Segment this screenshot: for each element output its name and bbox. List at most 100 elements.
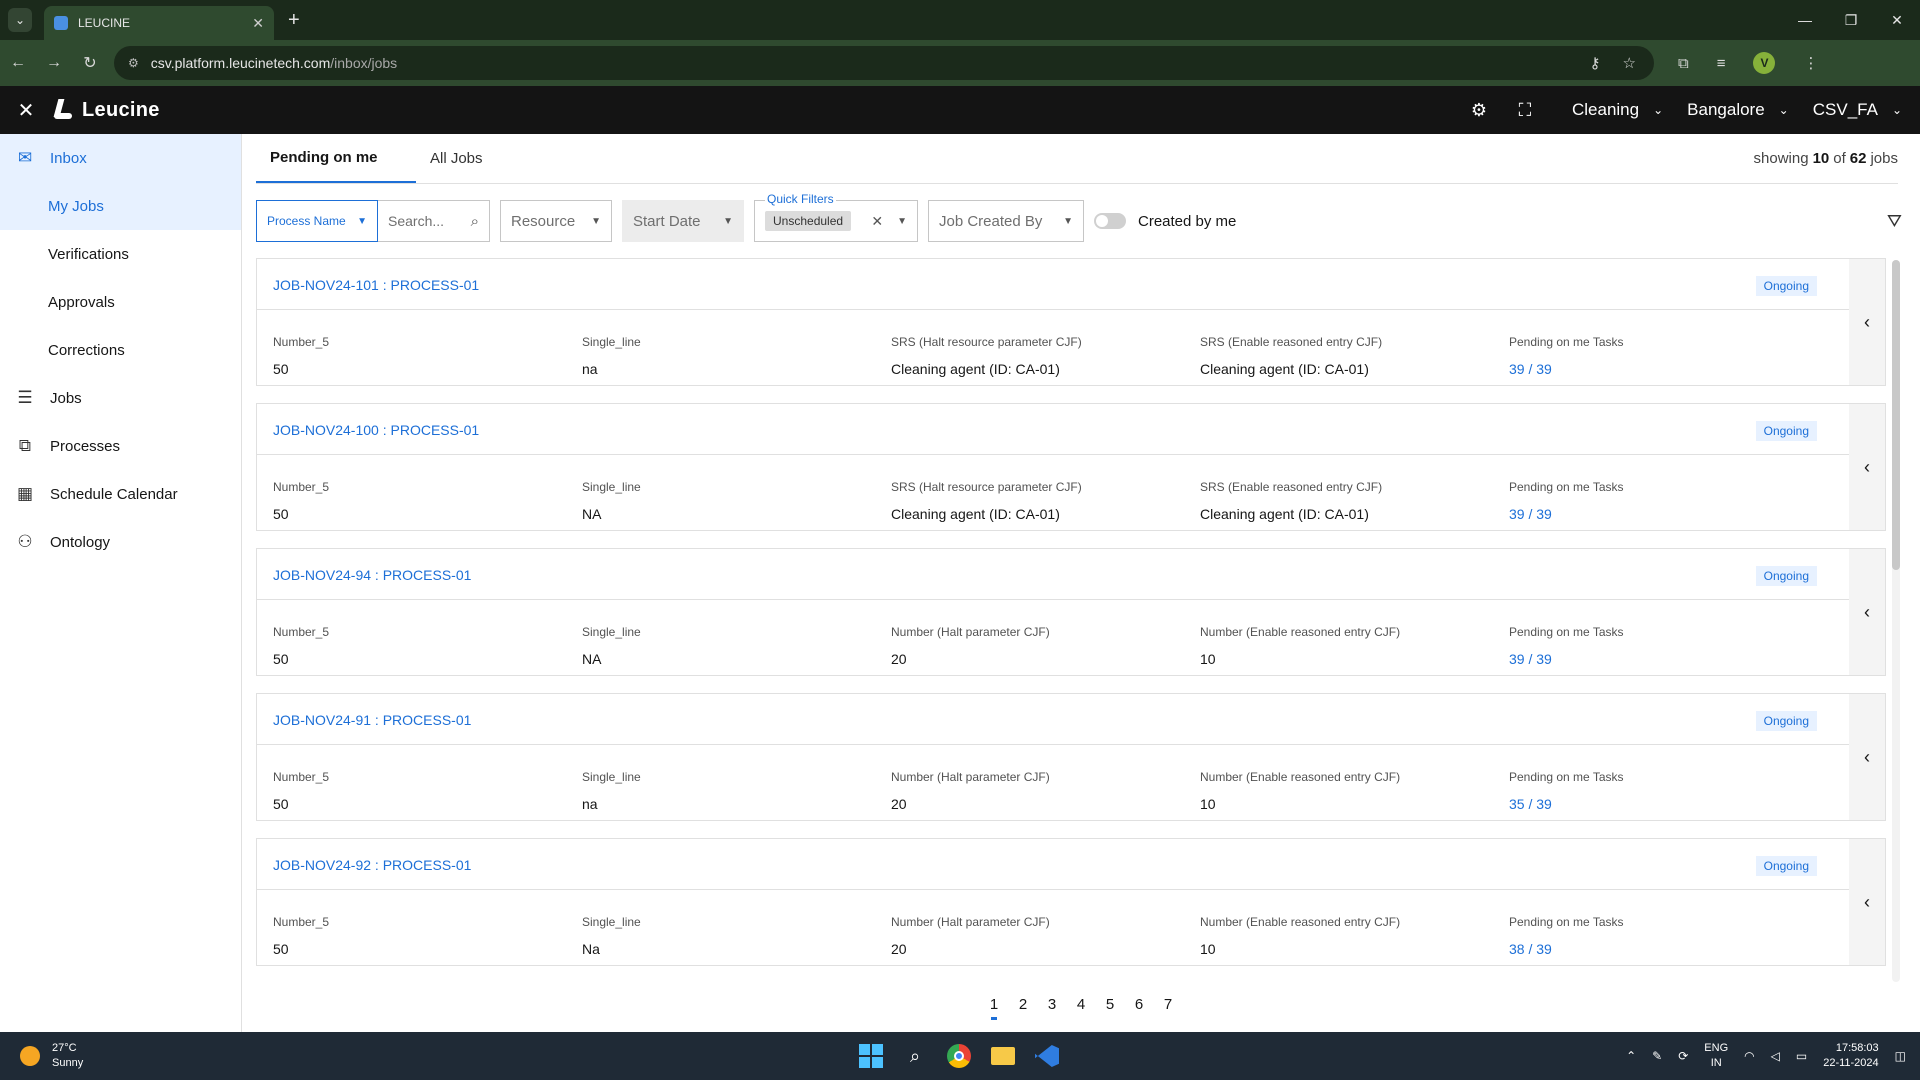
page-5[interactable]: 5 — [1096, 992, 1125, 1022]
brand-logo[interactable]: Leucine — [52, 99, 160, 122]
tab-pending-on-me[interactable]: Pending on me — [256, 133, 416, 183]
job-card[interactable]: JOB-NOV24-91 : PROCESS-01 Ongoing Number… — [256, 693, 1886, 821]
page-1[interactable]: 1 — [980, 992, 1009, 1022]
page-2[interactable]: 2 — [1009, 992, 1038, 1022]
job-field: Number (Enable reasoned entry CJF) 10 — [1200, 625, 1400, 667]
wifi-icon[interactable]: ◠ — [1744, 1049, 1754, 1063]
windows-start-icon[interactable] — [858, 1043, 884, 1069]
volume-icon[interactable]: ◁ — [1771, 1049, 1780, 1063]
pending-tasks-link[interactable]: 38 / 39 — [1509, 941, 1624, 957]
start-date-select[interactable]: Start Date ▼ — [622, 200, 744, 242]
sidebar-item-processes[interactable]: ⧉ Processes — [0, 422, 241, 470]
sync-icon[interactable]: ⟳ — [1678, 1049, 1688, 1063]
chevron-left-icon[interactable]: ‹ — [1849, 404, 1885, 530]
reload-icon[interactable]: ↻ — [72, 53, 108, 73]
language-indicator[interactable]: ENG IN — [1704, 1041, 1728, 1071]
chrome-icon[interactable] — [946, 1043, 972, 1069]
page-4[interactable]: 4 — [1067, 992, 1096, 1022]
caret-down-icon: ▼ — [897, 215, 907, 227]
chevron-left-icon[interactable]: ‹ — [1849, 549, 1885, 675]
tab-search-chevron-icon[interactable]: ⌄ — [8, 8, 32, 32]
job-card[interactable]: JOB-NOV24-92 : PROCESS-01 Ongoing Number… — [256, 838, 1886, 966]
extensions-icon[interactable]: ⧉ — [1678, 55, 1689, 72]
sidebar-item-jobs[interactable]: ☰ Jobs — [0, 374, 241, 422]
field-value: NA — [582, 651, 602, 667]
job-card[interactable]: JOB-NOV24-100 : PROCESS-01 Ongoing Numbe… — [256, 403, 1886, 531]
job-name-link[interactable]: JOB-NOV24-92 : PROCESS-01 — [273, 857, 471, 873]
caret-down-icon: ▼ — [357, 215, 367, 227]
chevron-up-icon[interactable]: ⌃ — [1626, 1049, 1636, 1063]
clock[interactable]: 17:58:03 22-11-2024 — [1823, 1041, 1878, 1071]
restore-icon[interactable]: ❐ — [1828, 0, 1874, 40]
sidebar-item-my-jobs[interactable]: My Jobs — [0, 182, 241, 230]
pending-tasks-link[interactable]: 39 / 39 — [1509, 651, 1624, 667]
reading-list-icon[interactable]: ≡ — [1717, 55, 1726, 72]
notes-icon[interactable]: ✎ — [1652, 1049, 1662, 1063]
file-explorer-icon[interactable] — [990, 1043, 1016, 1069]
job-card[interactable]: JOB-NOV24-101 : PROCESS-01 Ongoing Numbe… — [256, 258, 1886, 386]
vscode-icon[interactable] — [1034, 1043, 1060, 1069]
pending-tasks-link[interactable]: 39 / 39 — [1509, 361, 1624, 377]
clear-icon[interactable]: ✕ — [871, 213, 883, 230]
resource-select[interactable]: Resource ▼ — [500, 200, 612, 242]
job-field: Number (Halt parameter CJF) 20 — [891, 915, 1050, 957]
created-by-me-toggle[interactable]: Created by me — [1094, 213, 1236, 230]
scan-icon[interactable]: ⛶ — [1502, 100, 1548, 121]
job-name-link[interactable]: JOB-NOV24-94 : PROCESS-01 — [273, 567, 471, 583]
password-key-icon[interactable]: ⚷ — [1590, 54, 1601, 72]
chevron-left-icon[interactable]: ‹ — [1849, 694, 1885, 820]
job-name-link[interactable]: JOB-NOV24-91 : PROCESS-01 — [273, 712, 471, 728]
site-info-icon[interactable]: ⚙ — [128, 56, 139, 70]
facility-select[interactable]: Cleaning ⌄ — [1572, 100, 1663, 120]
site-select[interactable]: Bangalore ⌄ — [1687, 100, 1789, 120]
search-icon[interactable]: ⌕ — [902, 1043, 928, 1069]
notification-icon[interactable]: ◫ — [1895, 1049, 1906, 1063]
url-input[interactable]: ⚙ csv.platform.leucinetech.com/inbox/job… — [114, 46, 1654, 80]
toggle-switch[interactable] — [1094, 213, 1126, 229]
close-tab-icon[interactable]: ✕ — [252, 15, 264, 32]
field-value: 10 — [1200, 651, 1216, 667]
tab-all-jobs[interactable]: All Jobs — [416, 133, 497, 183]
job-name-link[interactable]: JOB-NOV24-100 : PROCESS-01 — [273, 422, 479, 438]
job-list-scrollbar[interactable] — [1892, 260, 1900, 982]
browser-menu-icon[interactable]: ⋮ — [1803, 54, 1818, 72]
sidebar-item-approvals[interactable]: Approvals — [0, 278, 241, 326]
job-created-by-select[interactable]: Job Created By ▼ — [928, 200, 1084, 242]
scrollbar-thumb[interactable] — [1892, 260, 1900, 570]
pending-tasks-link[interactable]: 35 / 39 — [1509, 796, 1624, 812]
back-icon[interactable]: ← — [0, 54, 36, 72]
sidebar-item-corrections[interactable]: Corrections — [0, 326, 241, 374]
settings-gear-icon[interactable]: ⚙ — [1456, 100, 1502, 121]
page-3[interactable]: 3 — [1038, 992, 1067, 1022]
sidebar-item-ontology[interactable]: ⚇ Ontology — [0, 518, 241, 566]
job-field: Number_5 50 — [273, 915, 329, 957]
page-7[interactable]: 7 — [1154, 992, 1183, 1022]
job-card[interactable]: JOB-NOV24-94 : PROCESS-01 Ongoing Number… — [256, 548, 1886, 676]
job-name-link[interactable]: JOB-NOV24-101 : PROCESS-01 — [273, 277, 479, 293]
field-value: na — [582, 796, 598, 812]
browser-tab[interactable]: LEUCINE ✕ — [44, 6, 274, 40]
minimize-icon[interactable]: — — [1782, 0, 1828, 40]
chevron-left-icon[interactable]: ‹ — [1849, 839, 1885, 965]
window-close-icon[interactable]: ✕ — [1874, 0, 1920, 40]
user-role-select[interactable]: CSV_FA ⌄ — [1813, 100, 1902, 120]
sidebar-item-verifications[interactable]: Verifications — [0, 230, 241, 278]
job-card-header: JOB-NOV24-101 : PROCESS-01 Ongoing — [257, 259, 1849, 310]
quick-filters-select[interactable]: Quick Filters Unscheduled ✕ ▼ — [754, 192, 918, 242]
sidebar-item-inbox[interactable]: ✉ Inbox — [0, 134, 241, 182]
filter-clear-icon[interactable]: ⛛ — [1887, 211, 1902, 232]
page-6[interactable]: 6 — [1125, 992, 1154, 1022]
process-name-select[interactable]: Process Name ▼ — [256, 200, 378, 242]
search-input[interactable]: Search... ⌕ — [378, 200, 490, 242]
weather-widget[interactable]: 27°C Sunny — [20, 1041, 83, 1071]
sidebar-item-schedule-calendar[interactable]: ▦ Schedule Calendar — [0, 470, 241, 518]
close-icon[interactable]: ✕ — [0, 98, 52, 123]
battery-icon[interactable]: ▭ — [1796, 1049, 1807, 1063]
forward-icon[interactable]: → — [36, 54, 72, 72]
bookmark-star-icon[interactable]: ☆ — [1623, 54, 1636, 72]
search-icon[interactable]: ⌕ — [471, 213, 479, 230]
profile-avatar[interactable]: V — [1753, 52, 1776, 74]
new-tab-icon[interactable]: + — [288, 9, 300, 32]
chevron-left-icon[interactable]: ‹ — [1849, 259, 1885, 385]
pending-tasks-link[interactable]: 39 / 39 — [1509, 506, 1624, 522]
